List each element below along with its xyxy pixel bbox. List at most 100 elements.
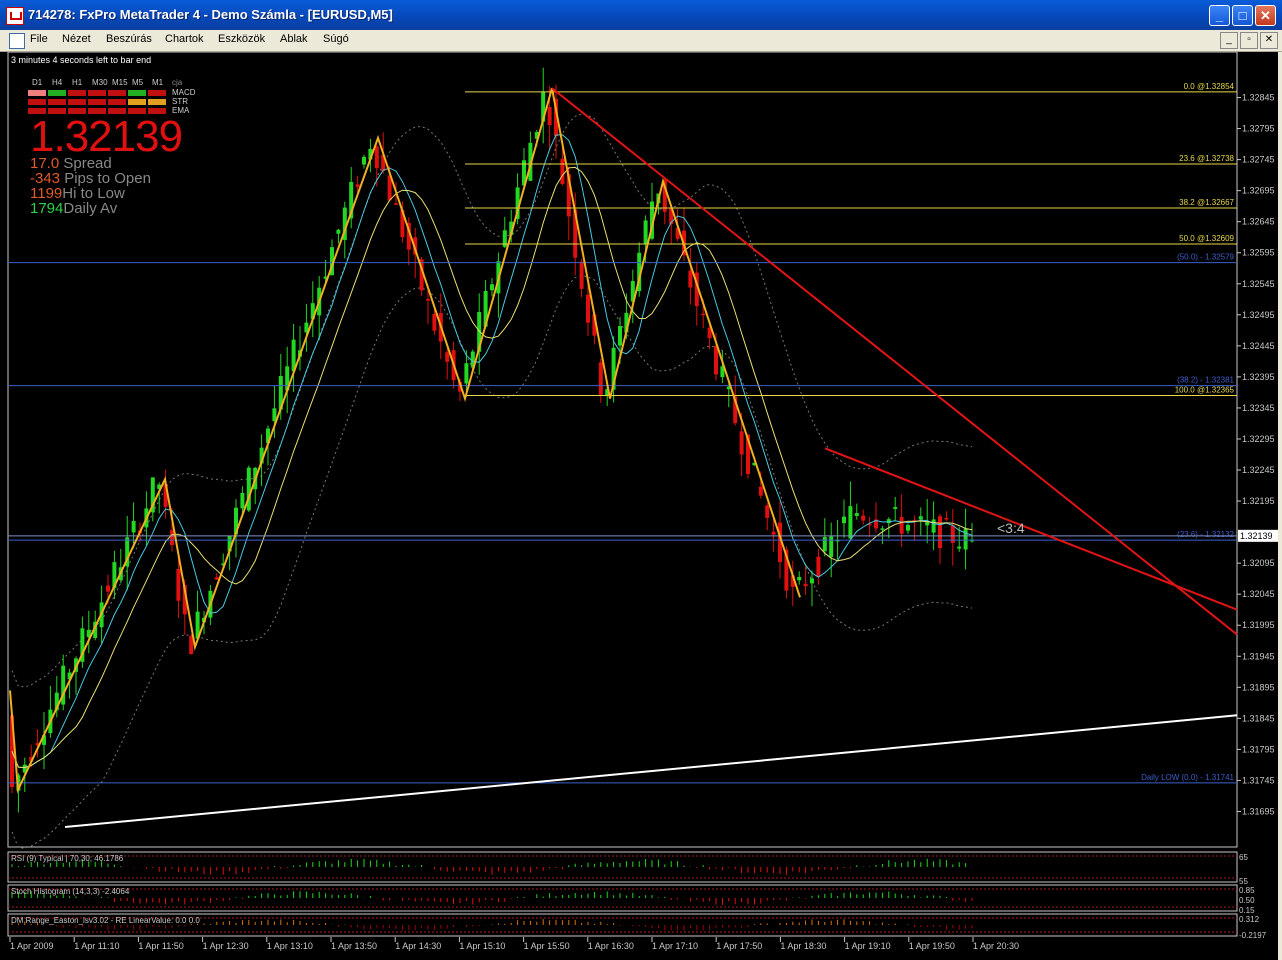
bear-candle: [445, 352, 450, 362]
title-bar[interactable]: 714278: FxPro MetaTrader 4 - Demo Számla…: [0, 0, 1282, 30]
time-tick-label: 1 Apr 17:10: [652, 941, 698, 951]
app-icon[interactable]: [6, 7, 24, 25]
time-tick-label: 1 Apr 11:50: [138, 941, 183, 951]
time-tick-label: 1 Apr 2009: [10, 941, 54, 951]
bear-candle: [214, 577, 219, 580]
price-tick-label: 1.32645: [1242, 217, 1275, 227]
time-tick-label: 1 Apr 12:30: [203, 941, 249, 951]
time-tick-label: 1 Apr 18:30: [780, 941, 826, 951]
menu-charts[interactable]: Chartok: [165, 33, 204, 45]
price-tick-label: 1.32595: [1242, 248, 1275, 258]
bull-candle: [848, 506, 853, 539]
indicator-row-label: MACD: [172, 88, 196, 97]
price-stats: 17.0 Spread -343 Pips to Open 1199Hi to Lo…: [30, 156, 151, 216]
bull-candle: [464, 363, 469, 384]
bull-candle: [906, 524, 910, 531]
bull-candle: [893, 507, 898, 509]
timeframe-label: M5: [132, 78, 144, 87]
bull-candle: [963, 528, 968, 550]
bear-candle: [816, 556, 821, 577]
mdi-minimize-button[interactable]: _: [1220, 32, 1238, 49]
mdi-close-button[interactable]: ✕: [1260, 32, 1278, 49]
timeframe-label: M15: [112, 78, 128, 87]
indicator-cell: [108, 90, 126, 96]
time-tick-label: 1 Apr 20:30: [973, 941, 1019, 951]
bull-candle: [918, 516, 923, 520]
indicator-cell: [88, 90, 106, 96]
bull-candle: [842, 516, 846, 524]
bear-candle: [861, 515, 866, 521]
bear-candle: [765, 505, 770, 518]
menu-tools[interactable]: Eszközök: [218, 33, 265, 45]
bear-candle: [374, 146, 379, 169]
timeframe-label: M30: [92, 78, 108, 87]
price-tick-label: 1.32745: [1242, 155, 1275, 165]
bear-candle: [106, 585, 110, 592]
time-tick-label: 1 Apr 16:30: [588, 941, 634, 951]
level-label: 38.2 @1.32667: [1179, 198, 1234, 207]
price-tick-label: 1.32245: [1242, 465, 1275, 475]
bear-candle: [170, 530, 174, 546]
indicator-cell: [68, 99, 86, 105]
bull-candle: [931, 519, 936, 533]
maximize-button[interactable]: □: [1232, 5, 1253, 26]
chart-window-icon[interactable]: [9, 33, 25, 49]
price-tick-label: 1.31695: [1242, 806, 1275, 816]
stat-label: Daily Av: [63, 200, 118, 217]
time-tick-label: 1 Apr 11:10: [74, 941, 119, 951]
bull-candle: [618, 326, 622, 346]
price-tick-label: 1.32345: [1242, 403, 1275, 413]
price-tick-label: 1.32095: [1242, 558, 1275, 568]
dm-scale-label: 0.312: [1239, 915, 1260, 924]
time-tick-label: 1 Apr 19:50: [909, 941, 955, 951]
bear-candle: [547, 107, 552, 126]
bull-candle: [810, 578, 814, 584]
bull-candle: [490, 284, 494, 291]
mdi-restore-button[interactable]: ▫: [1240, 32, 1258, 49]
bull-candle: [240, 492, 245, 509]
time-tick-label: 1 Apr 13:50: [331, 941, 377, 951]
bull-candle: [957, 546, 962, 549]
bull-candle: [822, 537, 827, 552]
bear-candle: [426, 299, 430, 301]
bear-candle: [355, 184, 360, 187]
price-tick-label: 1.31995: [1242, 620, 1275, 630]
price-tick-label: 1.32295: [1242, 434, 1275, 444]
indicator-cell: [88, 99, 106, 105]
indicator-cell: [128, 90, 146, 96]
bear-candle: [771, 531, 776, 535]
bear-candle: [432, 313, 437, 331]
price-tick-label: 1.32195: [1242, 496, 1275, 506]
bear-candle: [739, 431, 744, 455]
pattern-annotation: <3:4: [997, 520, 1025, 536]
menu-help[interactable]: Súgó: [323, 33, 349, 45]
minimize-button[interactable]: _: [1209, 5, 1230, 26]
bear-candle: [586, 294, 590, 323]
timeframe-label: M1: [152, 78, 164, 87]
timeframe-label: H4: [52, 78, 63, 87]
menu-view[interactable]: Nézet: [62, 33, 91, 45]
price-tick-label: 1.31795: [1242, 744, 1275, 754]
stoch-label: Stoch Histogram (14,3,3) -2.4064: [11, 887, 130, 896]
cja-label: cja: [172, 78, 183, 87]
bear-candle: [176, 568, 181, 601]
time-tick-label: 1 Apr 19:10: [845, 941, 891, 951]
indicator-row-label: STR: [172, 97, 188, 106]
close-button[interactable]: ✕: [1255, 5, 1276, 26]
price-tick-label: 1.31945: [1242, 651, 1275, 661]
time-tick-label: 1 Apr 13:10: [267, 941, 313, 951]
bear-candle: [714, 345, 718, 375]
time-tick-label: 1 Apr 14:30: [395, 941, 441, 951]
bull-candle: [131, 520, 136, 533]
stat-row: 1794Daily Av: [30, 201, 151, 216]
bear-candle: [688, 270, 693, 288]
bear-candle: [944, 517, 949, 520]
bull-candle: [272, 408, 277, 422]
price-chart[interactable]: 0.0 @1.32854(61.8) - 1.3277723.6 @1.3273…: [0, 52, 1282, 960]
indicator-subwindows[interactable]: RSI (9) Typical | 70,30; 46.1786 65 55 Stoc…: [7, 851, 1267, 940]
menu-window[interactable]: Ablak: [280, 33, 308, 45]
menu-insert[interactable]: Beszúrás: [106, 33, 152, 45]
dm-scale-label: -0.2197: [1239, 931, 1267, 940]
menu-file[interactable]: File: [30, 33, 48, 45]
level-label: (38.2) - 1.32381: [1177, 376, 1234, 385]
